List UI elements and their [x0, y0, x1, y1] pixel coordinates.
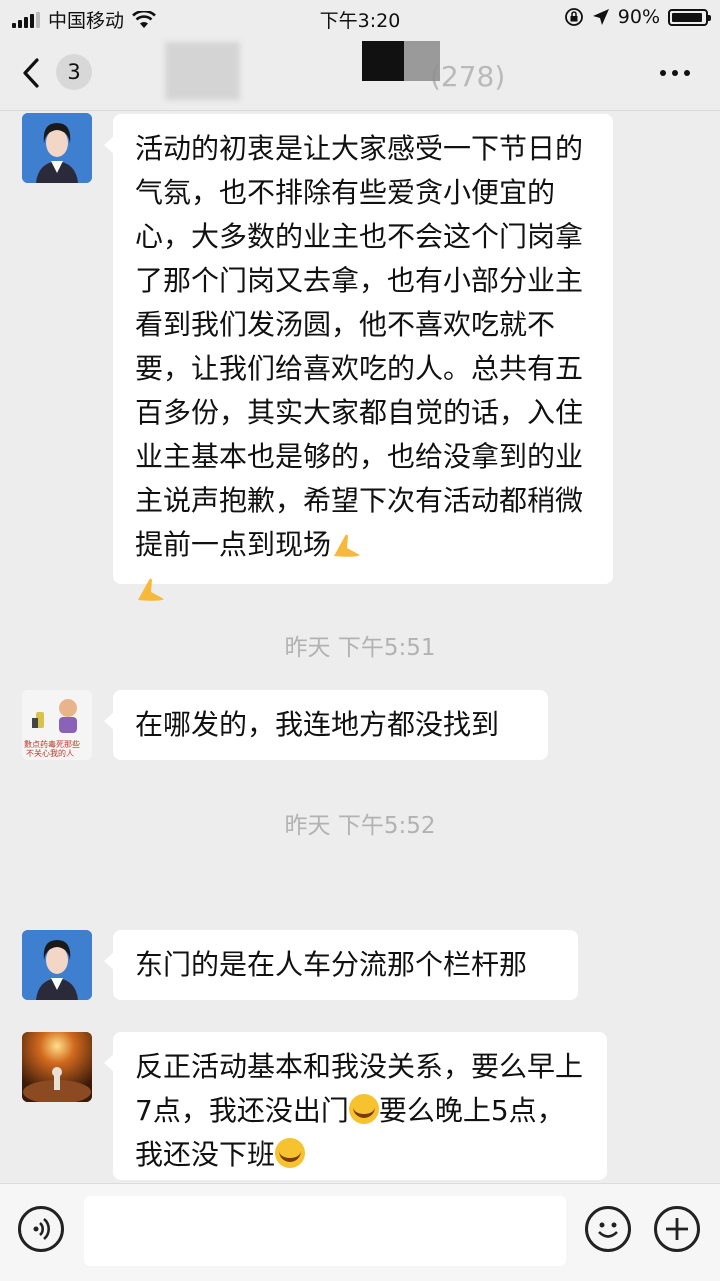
message-text: 东门的是在人车分流那个栏杆那: [135, 948, 528, 981]
more-functions-button[interactable]: [654, 1206, 700, 1252]
unread-count-badge: 3: [56, 54, 92, 90]
message-bubble[interactable]: 反正活动基本和我没关系，要么早上7点，我还没出门 要么晚上5点，我还没下班: [104, 1032, 607, 1180]
plus-icon: [666, 1218, 688, 1240]
redacted-title-block: [362, 41, 404, 81]
message-text: 在哪发的，我连地方都没找到: [135, 708, 500, 741]
chat-header: 3 (278): [0, 36, 720, 111]
avatar-caption: 不关心我的人: [26, 748, 74, 758]
tears-of-joy-emoji-icon: [348, 1094, 379, 1124]
voice-icon: [33, 1218, 50, 1240]
battery-percent: 90%: [617, 6, 660, 28]
timestamp: 昨天 下午5:52: [284, 813, 436, 839]
message-text: 活动的初衷是让大家感受一下节日的气氛，也不排除有些爱贪小便宜的心，大多数的业主也…: [135, 132, 584, 561]
emoji-icon: [598, 1222, 618, 1238]
more-dots-icon[interactable]: [660, 70, 690, 76]
avatar[interactable]: [22, 1032, 92, 1102]
input-bar: [0, 1183, 720, 1281]
voice-button[interactable]: [18, 1206, 64, 1252]
crying-face-emoji-icon: [275, 1138, 306, 1168]
message-bubble[interactable]: 在哪发的，我连地方都没找到: [104, 690, 548, 760]
battery-icon: [668, 8, 711, 26]
message-bubble[interactable]: 东门的是在人车分流那个栏杆那: [104, 930, 578, 1000]
folded-hands-emoji-icon: [334, 534, 361, 557]
message-bubble[interactable]: 活动的初衷是让大家感受一下节日的气氛，也不排除有些爱贪小便宜的心，大多数的业主也…: [104, 114, 613, 601]
folded-hands-emoji-icon: [138, 578, 164, 601]
back-chevron-icon: [23, 58, 39, 88]
lock-rotation-icon: [564, 8, 583, 26]
location-arrow-icon: [592, 9, 609, 25]
redacted-title-part: [165, 42, 240, 100]
avatar-caption: 數点药毒死那些: [24, 739, 80, 749]
message-input[interactable]: [84, 1196, 566, 1266]
timestamp: 昨天 下午5:51: [284, 635, 436, 661]
status-bar: 中国移动 下午3:20 90%: [0, 0, 720, 36]
emoji-button[interactable]: [585, 1206, 631, 1252]
avatar[interactable]: [22, 113, 92, 183]
back-button[interactable]: 3: [22, 50, 92, 94]
avatar[interactable]: [22, 930, 92, 1000]
chat-title: (278): [430, 60, 506, 93]
avatar[interactable]: 數点药毒死那些 不关心我的人: [22, 690, 92, 760]
